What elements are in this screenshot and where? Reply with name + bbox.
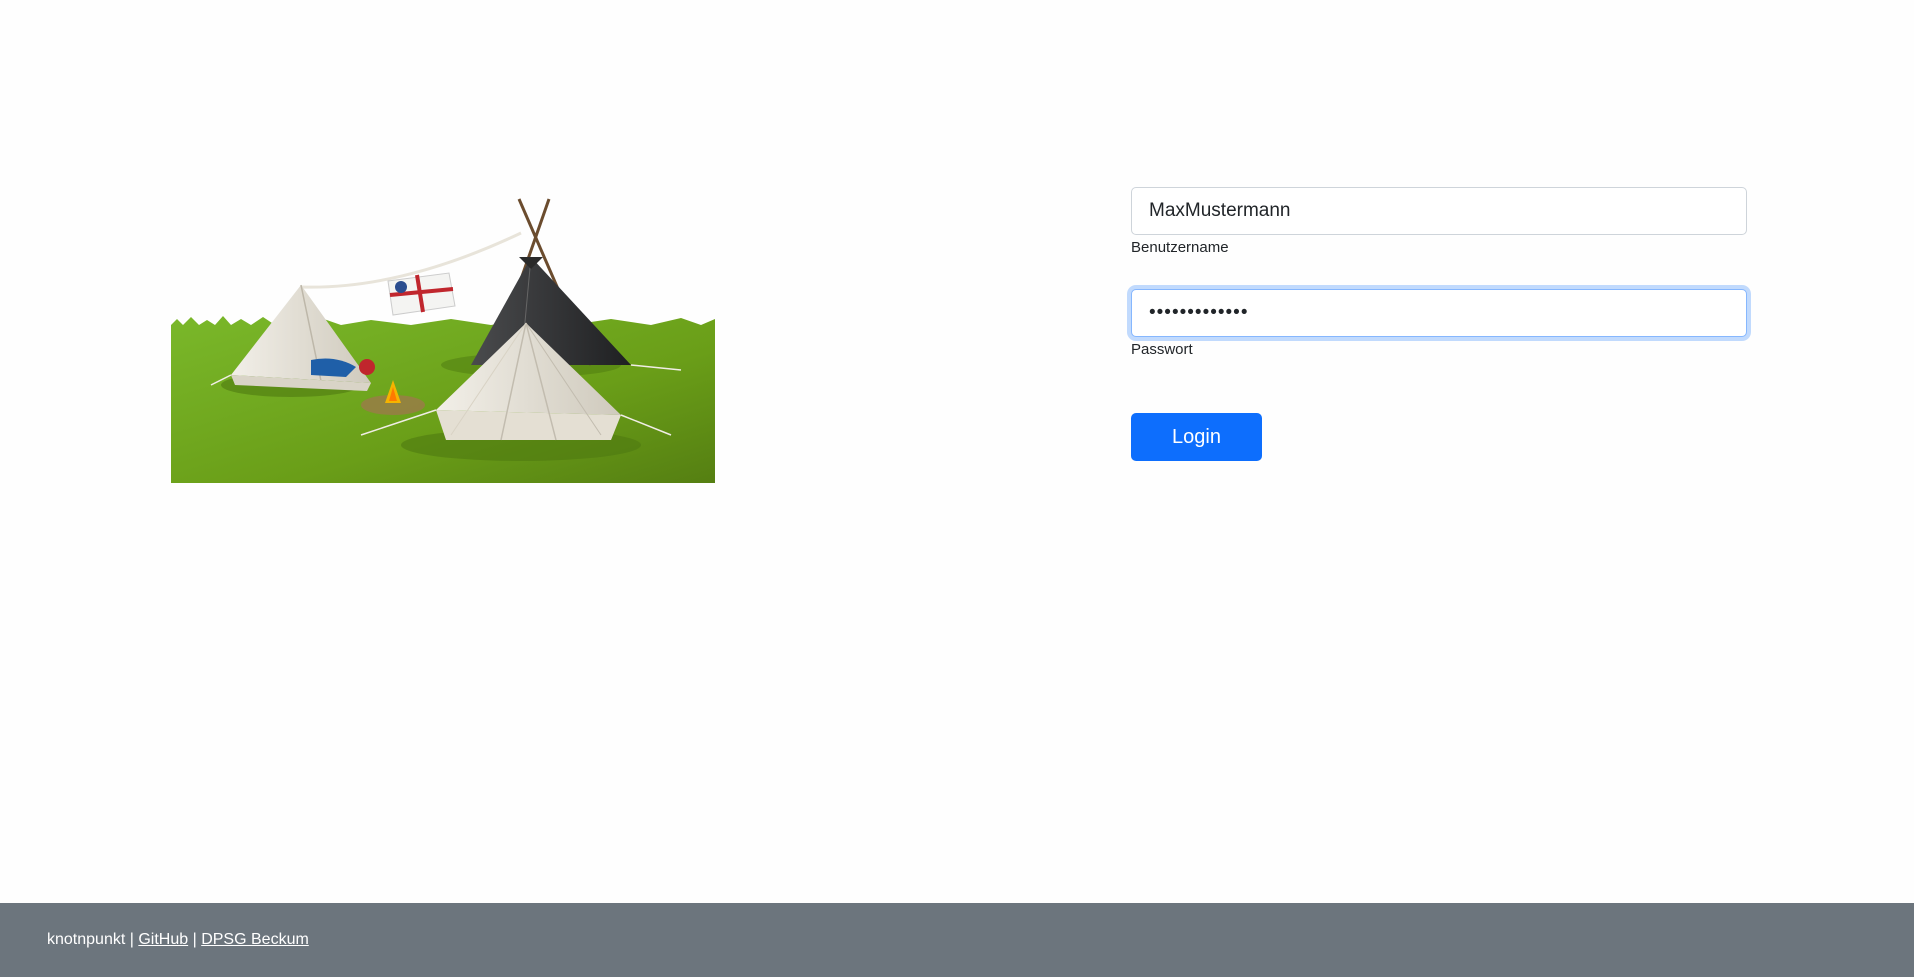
footer-brand: knotnpunkt	[47, 931, 126, 948]
footer-link-github[interactable]: GitHub	[138, 931, 188, 948]
footer-separator: |	[129, 931, 134, 948]
login-form: Benutzername ••••••••••••• Passwort Logi…	[1131, 187, 1747, 461]
footer-link-dpsg-beckum[interactable]: DPSG Beckum	[201, 931, 309, 948]
login-page: Benutzername ••••••••••••• Passwort Logi…	[0, 0, 1914, 977]
footer-separator: |	[192, 931, 197, 948]
login-button[interactable]: Login	[1131, 413, 1262, 461]
scout-flag	[387, 272, 456, 316]
password-field-group: ••••••••••••• Passwort	[1131, 289, 1747, 358]
camp-tents-image	[171, 198, 715, 483]
username-field-group: Benutzername	[1131, 187, 1747, 256]
password-mask: •••••••••••••	[1149, 302, 1249, 323]
footer: knotnpunkt | GitHub | DPSG Beckum	[0, 903, 1914, 977]
password-input[interactable]: •••••••••••••	[1131, 289, 1747, 337]
username-label: Benutzername	[1131, 239, 1229, 256]
camp-illustration	[171, 195, 715, 483]
password-label: Passwort	[1131, 341, 1193, 358]
username-input[interactable]	[1131, 187, 1747, 235]
